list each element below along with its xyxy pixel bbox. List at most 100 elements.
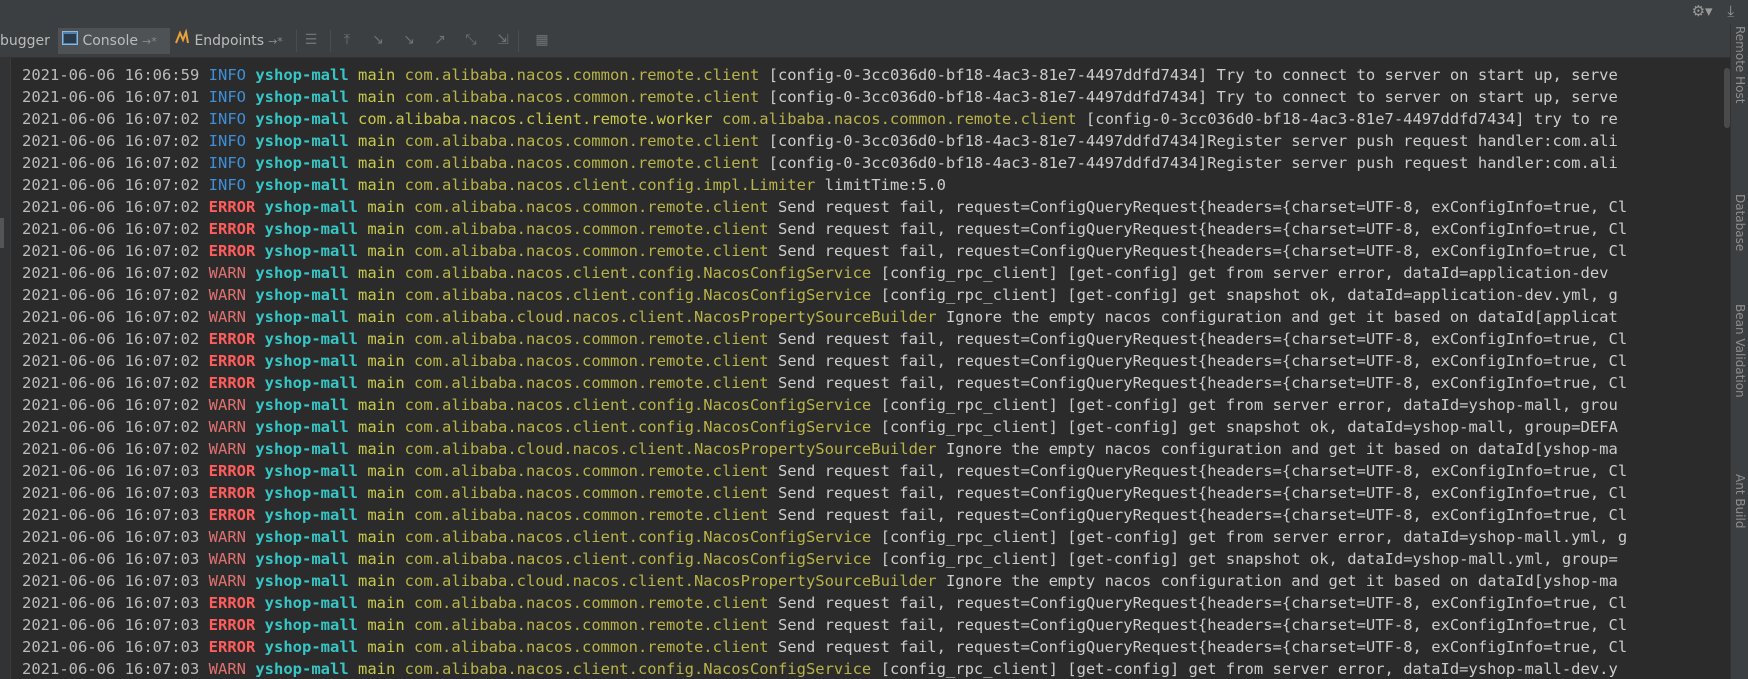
log-thread: main <box>367 484 405 502</box>
toolbar-separator <box>330 30 331 52</box>
log-line: 2021-06-06 16:07:02 INFO yshop-mall main… <box>22 174 1722 196</box>
log-level: WARN <box>208 550 246 568</box>
log-line: 2021-06-06 16:07:02 WARN yshop-mall main… <box>22 394 1722 416</box>
log-app-name: yshop-mall <box>264 352 358 370</box>
log-thread: main <box>358 286 396 304</box>
log-level: ERROR <box>208 352 256 370</box>
log-timestamp: 2021-06-06 16:07:02 <box>22 396 200 414</box>
run-toolbar: bugger Console →* Endpoints →* <box>0 24 1730 58</box>
log-thread: main <box>358 660 396 678</box>
tab-console[interactable]: Console →* <box>58 28 170 54</box>
step-over-icon[interactable]: ⤒ <box>338 31 356 49</box>
right-tool-rail: Remote Host Database Bean Validation Ant… <box>1730 24 1748 679</box>
log-timestamp: 2021-06-06 16:07:03 <box>22 594 200 612</box>
gear-icon[interactable]: ⚙▾ <box>1692 2 1713 20</box>
log-level: ERROR <box>208 330 256 348</box>
tab-debugger[interactable]: bugger <box>0 28 50 54</box>
log-app-name: yshop-mall <box>255 176 349 194</box>
pin-icon[interactable]: →* <box>142 35 157 48</box>
log-message: Send request fail, request=ConfigQueryRe… <box>777 242 1628 260</box>
log-app-name: yshop-mall <box>255 440 349 458</box>
log-timestamp: 2021-06-06 16:07:03 <box>22 616 200 634</box>
log-thread: main <box>367 198 405 216</box>
log-timestamp: 2021-06-06 16:07:02 <box>22 220 200 238</box>
log-logger: com.alibaba.nacos.common.remote.client <box>414 242 769 260</box>
log-timestamp: 2021-06-06 16:07:03 <box>22 506 200 524</box>
rail-tab-ant-build[interactable]: Ant Build <box>1733 474 1747 574</box>
log-app-name: yshop-mall <box>255 154 349 172</box>
drop-frame-icon[interactable]: ⤡ <box>462 31 480 49</box>
log-message: [config_rpc_client] [get-config] get fro… <box>880 660 1618 678</box>
log-line: 2021-06-06 16:07:03 WARN yshop-mall main… <box>22 526 1722 548</box>
log-line: 2021-06-06 16:07:03 WARN yshop-mall main… <box>22 658 1722 679</box>
log-timestamp: 2021-06-06 16:07:02 <box>22 374 200 392</box>
log-level: INFO <box>208 66 246 84</box>
log-timestamp: 2021-06-06 16:07:02 <box>22 440 200 458</box>
log-timestamp: 2021-06-06 16:07:03 <box>22 572 200 590</box>
log-timestamp: 2021-06-06 16:07:02 <box>22 132 200 150</box>
log-level: INFO <box>208 154 246 172</box>
log-level: WARN <box>208 528 246 546</box>
log-message: Ignore the empty nacos configuration and… <box>945 440 1618 458</box>
log-logger: com.alibaba.nacos.client.config.NacosCon… <box>404 264 872 282</box>
log-app-name: yshop-mall <box>255 110 349 128</box>
log-logger: com.alibaba.nacos.common.remote.client <box>404 132 760 150</box>
tab-label: bugger <box>0 33 50 49</box>
log-timestamp: 2021-06-06 16:07:02 <box>22 330 200 348</box>
pin-icon[interactable]: →* <box>268 35 283 48</box>
log-message: [config_rpc_client] [get-config] get sna… <box>880 286 1618 304</box>
rail-tab-remote-host[interactable]: Remote Host <box>1733 26 1747 146</box>
log-thread: main <box>358 440 396 458</box>
log-app-name: yshop-mall <box>264 594 358 612</box>
log-app-name: yshop-mall <box>255 286 349 304</box>
evaluate-expression-icon[interactable]: ▦ <box>533 31 551 49</box>
force-step-into-icon[interactable]: ↘ <box>400 31 418 49</box>
log-message: [config_rpc_client] [get-config] get sna… <box>880 418 1618 436</box>
log-logger: com.alibaba.nacos.client.config.NacosCon… <box>404 286 872 304</box>
run-to-cursor-icon[interactable]: ⇲ <box>494 31 512 49</box>
log-logger: com.alibaba.cloud.nacos.client.NacosProp… <box>404 572 937 590</box>
log-logger: com.alibaba.nacos.common.remote.client <box>414 198 769 216</box>
log-thread: main <box>367 330 405 348</box>
log-timestamp: 2021-06-06 16:07:03 <box>22 660 200 678</box>
log-thread: main <box>367 462 405 480</box>
log-thread: main <box>367 594 405 612</box>
log-app-name: yshop-mall <box>255 572 349 590</box>
log-level: INFO <box>208 132 246 150</box>
log-message: Send request fail, request=ConfigQueryRe… <box>777 506 1628 524</box>
log-timestamp: 2021-06-06 16:07:02 <box>22 418 200 436</box>
log-thread: main <box>358 550 396 568</box>
log-logger: com.alibaba.nacos.common.remote.client <box>404 154 760 172</box>
log-message: Send request fail, request=ConfigQueryRe… <box>777 616 1628 634</box>
log-app-name: yshop-mall <box>264 638 358 656</box>
log-app-name: yshop-mall <box>255 528 349 546</box>
log-timestamp: 2021-06-06 16:07:03 <box>22 528 200 546</box>
minimize-icon[interactable]: ⤓ <box>1727 2 1734 20</box>
tab-endpoints[interactable]: Endpoints →* <box>172 28 296 54</box>
log-line: 2021-06-06 16:06:59 INFO yshop-mall main… <box>22 64 1722 86</box>
log-line: 2021-06-06 16:07:02 ERROR yshop-mall mai… <box>22 372 1722 394</box>
gutter-marker <box>0 218 4 248</box>
log-thread: main <box>358 132 396 150</box>
log-message: [config-0-3cc036d0-bf18-4ac3-81e7-4497dd… <box>768 66 1618 84</box>
log-timestamp: 2021-06-06 16:07:02 <box>22 110 200 128</box>
console-output[interactable]: 2021-06-06 16:06:59 INFO yshop-mall main… <box>22 64 1722 679</box>
log-line: 2021-06-06 16:07:02 WARN yshop-mall main… <box>22 306 1722 328</box>
log-logger: com.alibaba.nacos.common.remote.client <box>414 484 769 502</box>
step-out-icon[interactable]: ↗ <box>431 31 449 49</box>
log-line: 2021-06-06 16:07:03 ERROR yshop-mall mai… <box>22 504 1722 526</box>
log-level: ERROR <box>208 220 256 238</box>
rail-tab-database[interactable]: Database <box>1733 194 1747 294</box>
log-line: 2021-06-06 16:07:02 INFO yshop-mall com.… <box>22 108 1722 130</box>
log-logger: com.alibaba.nacos.common.remote.client <box>414 330 769 348</box>
log-thread: main <box>358 396 396 414</box>
rail-tab-bean-validation[interactable]: Bean Validation <box>1733 304 1747 444</box>
log-line: 2021-06-06 16:07:02 WARN yshop-mall main… <box>22 284 1722 306</box>
step-into-icon[interactable]: ↘ <box>369 31 387 49</box>
log-logger: com.alibaba.nacos.client.config.impl.Lim… <box>404 176 816 194</box>
log-message: [config_rpc_client] [get-config] get sna… <box>880 550 1618 568</box>
log-timestamp: 2021-06-06 16:07:01 <box>22 88 200 106</box>
show-execution-point-icon[interactable]: ☰ <box>302 31 320 49</box>
log-timestamp: 2021-06-06 16:07:02 <box>22 176 200 194</box>
log-thread: main <box>358 88 396 106</box>
